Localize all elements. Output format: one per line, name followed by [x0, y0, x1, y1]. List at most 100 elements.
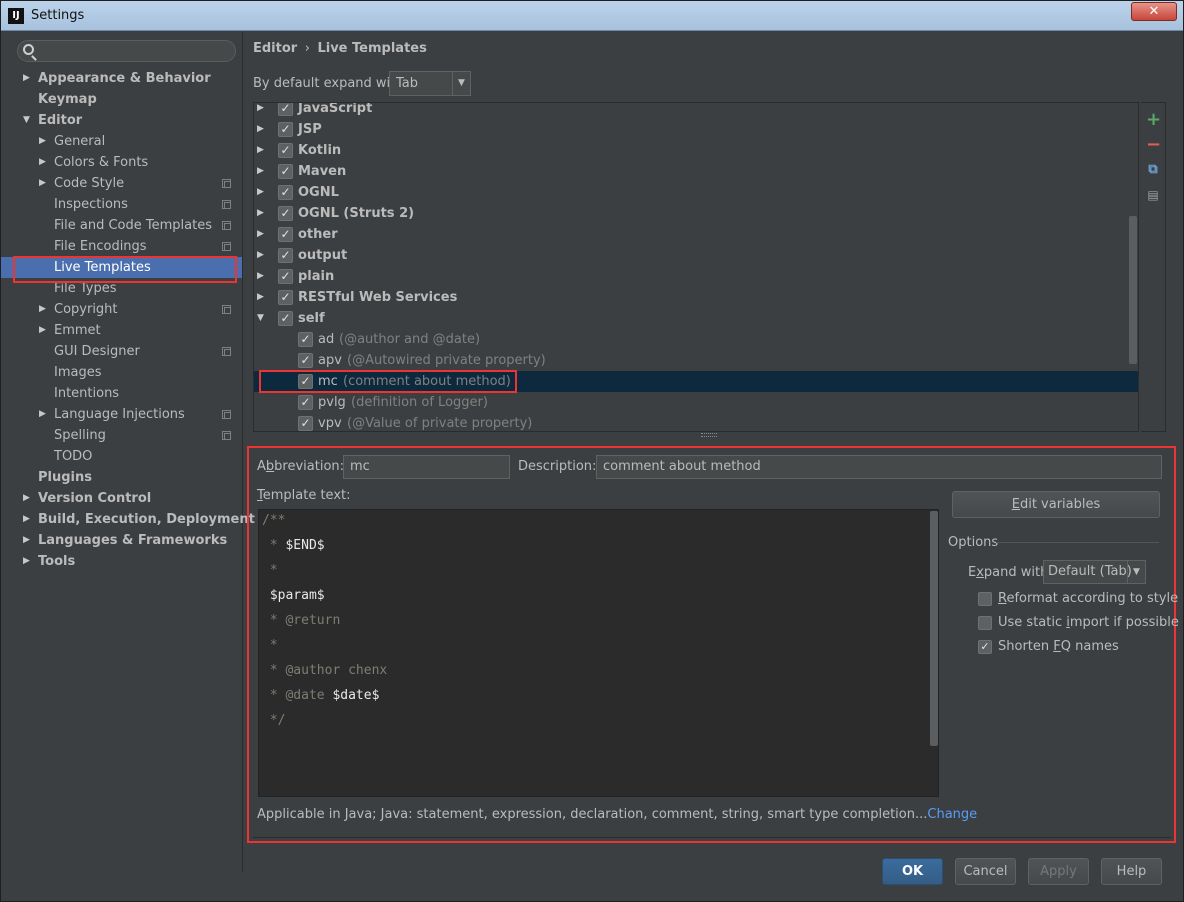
- sidebar-item[interactable]: Inspections: [1, 194, 242, 215]
- close-window-button[interactable]: ✕: [1131, 2, 1177, 21]
- settings-search-input[interactable]: [17, 40, 236, 62]
- collapsed-arrow-icon[interactable]: ▶: [23, 68, 30, 89]
- sidebar-item[interactable]: ▶ Build, Execution, Deployment: [1, 509, 255, 530]
- template-row[interactable]: ✓ apv (@Autowired private property): [254, 350, 1138, 371]
- template-group-row[interactable]: ▶ ✓ JavaScript: [254, 103, 1138, 119]
- collapsed-arrow-icon[interactable]: ▶: [39, 131, 46, 152]
- help-button[interactable]: Help: [1101, 858, 1162, 885]
- static-import-checkbox[interactable]: [978, 616, 992, 630]
- template-group-row[interactable]: ▶ ✓ Maven: [254, 161, 1138, 182]
- template-group-checkbox[interactable]: ✓: [278, 248, 293, 263]
- template-checkbox[interactable]: ✓: [298, 374, 313, 389]
- template-group-checkbox[interactable]: ✓: [278, 290, 293, 305]
- template-row[interactable]: ✓ pvlg (definition of Logger): [254, 392, 1138, 413]
- shorten-fq-checkbox[interactable]: ✓: [978, 640, 992, 654]
- collapsed-arrow-icon[interactable]: ▶: [39, 320, 46, 341]
- template-group-row[interactable]: ▶ ✓ OGNL: [254, 182, 1138, 203]
- sidebar-item[interactable]: Spelling: [1, 425, 242, 446]
- sidebar-item[interactable]: ▶ Languages & Frameworks: [1, 530, 242, 551]
- collapsed-arrow-icon[interactable]: ▶: [39, 173, 46, 194]
- sidebar-item[interactable]: Intentions: [1, 383, 242, 404]
- sidebar-item[interactable]: ▶ Language Injections: [1, 404, 242, 425]
- sidebar-item[interactable]: ▶ Code Style: [1, 173, 242, 194]
- sidebar-item[interactable]: TODO: [1, 446, 242, 467]
- description-input[interactable]: comment about method: [596, 455, 1162, 479]
- sidebar-item[interactable]: ▶ Emmet: [1, 320, 242, 341]
- sidebar-item[interactable]: Live Templates: [1, 257, 242, 278]
- template-group-checkbox[interactable]: ✓: [278, 206, 293, 221]
- template-group-row[interactable]: ▶ ✓ output: [254, 245, 1138, 266]
- expanded-arrow-icon[interactable]: ▼: [257, 308, 264, 329]
- collapsed-arrow-icon[interactable]: ▶: [23, 488, 30, 509]
- collapsed-arrow-icon[interactable]: ▶: [39, 152, 46, 173]
- sidebar-item[interactable]: File Types: [1, 278, 242, 299]
- collapsed-arrow-icon[interactable]: ▶: [39, 404, 46, 425]
- template-group-row[interactable]: ▶ ✓ RESTful Web Services: [254, 287, 1138, 308]
- remove-icon[interactable]: −: [1146, 136, 1161, 154]
- collapsed-arrow-icon[interactable]: ▶: [23, 551, 30, 572]
- collapsed-arrow-icon[interactable]: ▶: [257, 161, 264, 182]
- apply-button[interactable]: Apply: [1028, 858, 1089, 885]
- template-group-row[interactable]: ▶ ✓ JSP: [254, 119, 1138, 140]
- template-group-checkbox[interactable]: ✓: [278, 164, 293, 179]
- add-icon[interactable]: +: [1146, 111, 1161, 129]
- collapsed-arrow-icon[interactable]: ▶: [39, 299, 46, 320]
- sidebar-item[interactable]: ▶ Version Control: [1, 488, 242, 509]
- templates-scrollbar[interactable]: [1129, 216, 1137, 364]
- sidebar-item[interactable]: Plugins: [1, 467, 242, 488]
- template-checkbox[interactable]: ✓: [298, 395, 313, 410]
- template-row[interactable]: ✓ mc (comment about method): [254, 371, 1138, 392]
- template-group-checkbox[interactable]: ✓: [278, 311, 293, 326]
- template-group-checkbox[interactable]: ✓: [278, 103, 293, 116]
- sidebar-item[interactable]: ▶ Appearance & Behavior: [1, 68, 242, 89]
- ok-button[interactable]: OK: [882, 858, 943, 885]
- collapsed-arrow-icon[interactable]: ▶: [257, 119, 264, 140]
- expanded-arrow-icon[interactable]: ▼: [23, 110, 30, 131]
- sidebar-item[interactable]: ▶ Colors & Fonts: [1, 152, 242, 173]
- reformat-checkbox[interactable]: [978, 592, 992, 606]
- collapsed-arrow-icon[interactable]: ▶: [257, 224, 264, 245]
- sidebar-item[interactable]: GUI Designer: [1, 341, 242, 362]
- template-group-checkbox[interactable]: ✓: [278, 122, 293, 137]
- collapsed-arrow-icon[interactable]: ▶: [257, 140, 264, 161]
- splitter-handle[interactable]: [701, 433, 717, 437]
- sidebar-item[interactable]: ▶ Copyright: [1, 299, 242, 320]
- expand-with-select[interactable]: Default (Tab) ▼: [1043, 560, 1146, 584]
- sidebar-item[interactable]: File Encodings: [1, 236, 242, 257]
- collapsed-arrow-icon[interactable]: ▶: [257, 203, 264, 224]
- template-group-checkbox[interactable]: ✓: [278, 227, 293, 242]
- restore-defaults-icon[interactable]: ▤: [1146, 188, 1160, 202]
- collapsed-arrow-icon[interactable]: ▶: [23, 509, 30, 530]
- sidebar-item[interactable]: File and Code Templates: [1, 215, 242, 236]
- template-group-checkbox[interactable]: ✓: [278, 269, 293, 284]
- template-text-scrollbar[interactable]: [930, 511, 938, 746]
- template-checkbox[interactable]: ✓: [298, 353, 313, 368]
- sidebar-item[interactable]: Images: [1, 362, 242, 383]
- sidebar-item[interactable]: Keymap: [1, 89, 242, 110]
- template-row[interactable]: ✓ ad (@author and @date): [254, 329, 1138, 350]
- template-group-row[interactable]: ▼ ✓ self: [254, 308, 1138, 329]
- change-contexts-link[interactable]: Change: [927, 807, 977, 822]
- template-checkbox[interactable]: ✓: [298, 332, 313, 347]
- template-checkbox[interactable]: ✓: [298, 416, 313, 431]
- default-expand-select[interactable]: Tab ▼: [389, 71, 471, 96]
- collapsed-arrow-icon[interactable]: ▶: [257, 103, 264, 119]
- sidebar-item[interactable]: ▼ Editor: [1, 110, 242, 131]
- collapsed-arrow-icon[interactable]: ▶: [257, 287, 264, 308]
- collapsed-arrow-icon[interactable]: ▶: [257, 245, 264, 266]
- template-row[interactable]: ✓ vpv (@Value of private property): [254, 413, 1138, 431]
- collapsed-arrow-icon[interactable]: ▶: [257, 266, 264, 287]
- sidebar-item[interactable]: ▶ Tools: [1, 551, 242, 572]
- cancel-button[interactable]: Cancel: [955, 858, 1016, 885]
- collapsed-arrow-icon[interactable]: ▶: [257, 182, 264, 203]
- template-group-row[interactable]: ▶ ✓ OGNL (Struts 2): [254, 203, 1138, 224]
- template-text-editor[interactable]: /** * $END$ * $param$ * @return * * @aut…: [258, 509, 939, 797]
- collapsed-arrow-icon[interactable]: ▶: [23, 530, 30, 551]
- template-group-checkbox[interactable]: ✓: [278, 143, 293, 158]
- sidebar-item[interactable]: ▶ General: [1, 131, 242, 152]
- template-group-checkbox[interactable]: ✓: [278, 185, 293, 200]
- edit-variables-button[interactable]: Edit variables: [952, 491, 1160, 518]
- template-group-row[interactable]: ▶ ✓ plain: [254, 266, 1138, 287]
- abbreviation-input[interactable]: mc: [343, 455, 510, 479]
- template-group-row[interactable]: ▶ ✓ other: [254, 224, 1138, 245]
